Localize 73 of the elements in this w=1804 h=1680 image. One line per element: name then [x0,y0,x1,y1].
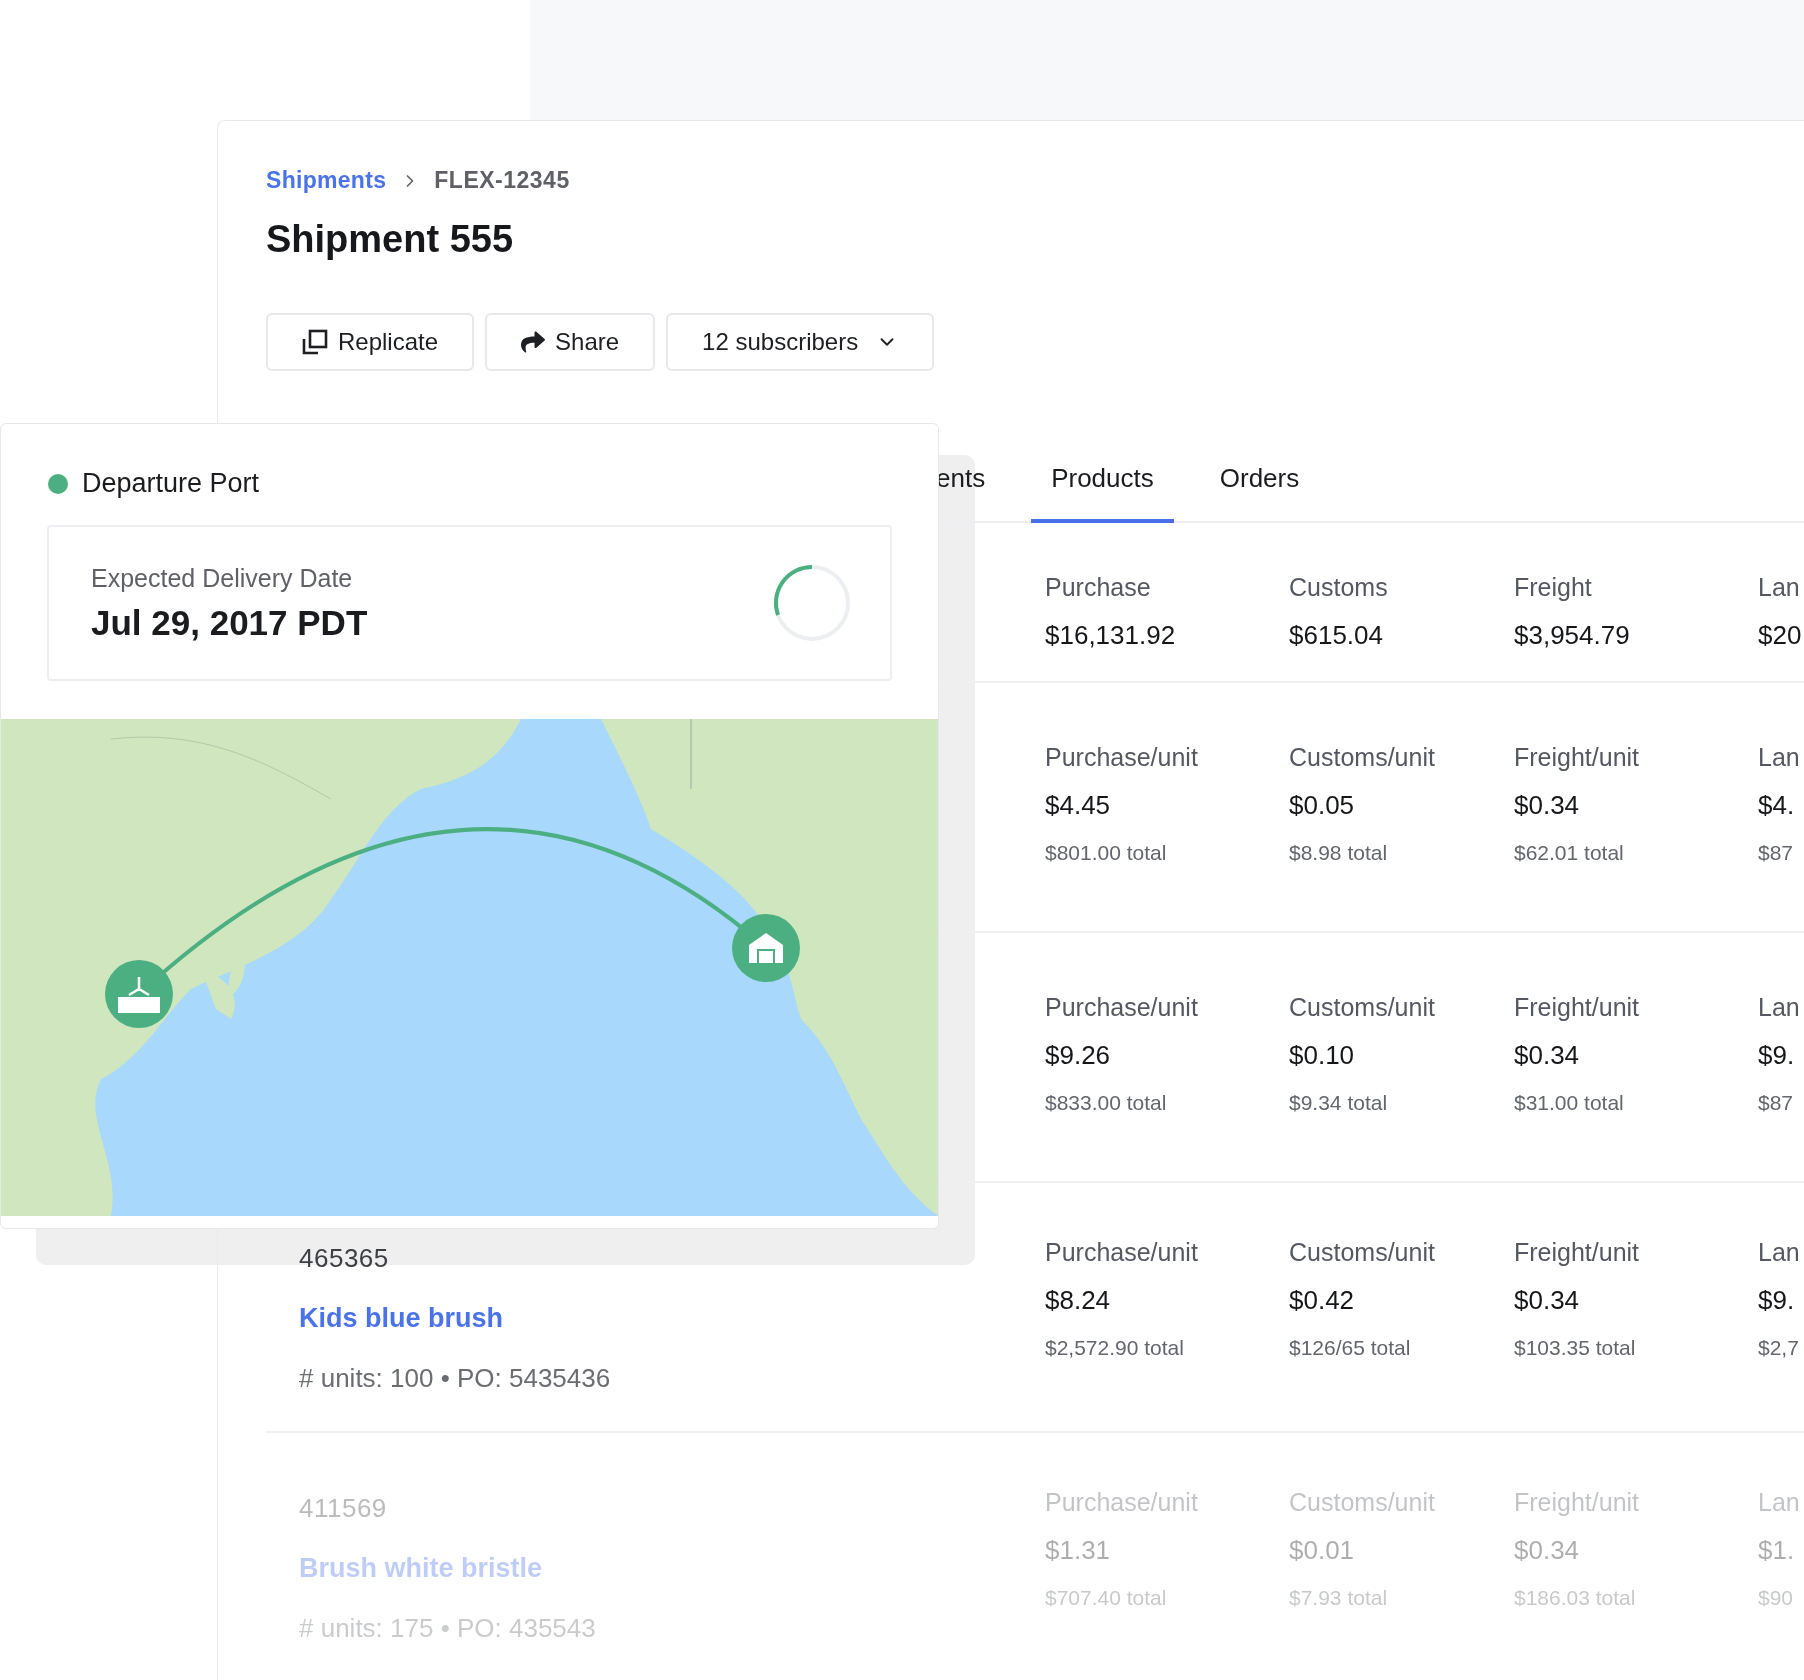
cost-value: $16,131.92 [1045,619,1177,652]
cost-label: Freight [1514,572,1593,603]
port-label: Departure Port [82,468,260,499]
product-id: 411569 [299,1492,388,1525]
product-id: 465365 [299,1242,390,1275]
cost-label: Lan [1758,1487,1801,1518]
cost-label: Purchase [1045,572,1152,603]
cost-total: $87 [1758,840,1795,866]
tab[interactable]: Products [1031,443,1174,523]
cost-value: $4. [1758,789,1796,822]
cost-value: $3,954.79 [1514,619,1631,652]
spinner-icon [772,563,852,643]
action-button[interactable]: Share [485,313,656,371]
crane-marker-icon [105,960,173,1028]
product-meta: # units: 100 • PO: 5435436 [299,1362,612,1395]
cost-total: $31.00 total [1514,1090,1625,1116]
cost-value: $0.34 [1514,1039,1581,1072]
cost-label: Freight/unit [1514,992,1641,1023]
delivery-label: Expected Delivery Date [91,563,354,593]
cost-label: Freight/unit [1514,1487,1641,1518]
cost-label: Purchase/unit [1045,992,1199,1023]
cost-value: $9. [1758,1284,1796,1317]
cost-value: $1. [1758,1534,1796,1567]
cost-value: $0.10 [1289,1039,1356,1072]
cost-label: Customs/unit [1289,742,1436,773]
status-dot [48,473,68,494]
cost-total: $126/65 total [1289,1335,1412,1361]
cost-value: $4.45 [1045,789,1112,822]
cost-label: Purchase/unit [1045,1237,1199,1268]
cost-label: Lan [1758,742,1801,773]
cost-total: $62.01 total [1514,840,1625,866]
cost-value: $0.05 [1289,789,1356,822]
warehouse-marker-icon [732,914,800,982]
cost-value: $20 [1758,619,1803,652]
cost-value: $0.42 [1289,1284,1356,1317]
cost-label: Lan [1758,572,1801,603]
cost-label: Customs/unit [1289,1487,1436,1518]
cost-label: Purchase/unit [1045,742,1199,773]
cost-total: $103.35 total [1514,1335,1637,1361]
cost-value: $615.04 [1289,619,1384,652]
cost-value: $9. [1758,1039,1796,1072]
delivery-date: Jul 29, 2017 PDT [91,602,368,643]
cost-value: $0.34 [1514,1534,1581,1567]
cost-value: $8.24 [1045,1284,1112,1317]
cost-label: Customs/unit [1289,992,1436,1023]
cost-value: $0.01 [1289,1534,1356,1567]
cost-label: Customs/unit [1289,1237,1436,1268]
breadcrumb-link[interactable]: Shipments [266,167,387,194]
cost-label: Freight/unit [1514,742,1641,773]
cost-label: Lan [1758,992,1801,1023]
share-icon [521,330,546,354]
cost-value: $1.31 [1045,1534,1112,1567]
page-title: Shipment 555 [266,218,515,261]
cost-total: $833.00 total [1045,1090,1168,1116]
cost-label: Lan [1758,1237,1801,1268]
breadcrumb-current: FLEX-12345 [434,167,570,194]
cost-label: Freight/unit [1514,1237,1641,1268]
cost-label: Purchase/unit [1045,1487,1199,1518]
subscribers-dropdown[interactable]: 12 subscribers [666,313,935,371]
cost-label: Customs [1289,572,1389,603]
action-button[interactable]: Replicate [266,313,475,371]
replicate-icon [302,329,328,355]
cost-value: $0.34 [1514,1284,1581,1317]
cost-value: $9.26 [1045,1039,1112,1072]
product-name-link[interactable]: Kids blue brush [299,1288,504,1348]
cost-total: $2,572.90 total [1045,1335,1185,1361]
cost-total: $9.34 total [1289,1090,1389,1116]
cost-total: $8.98 total [1289,840,1389,866]
cost-value: $0.34 [1514,789,1581,822]
cost-total: $801.00 total [1045,840,1168,866]
cost-total: $2,7 [1758,1335,1800,1361]
cost-total: $87 [1758,1090,1795,1116]
tab[interactable]: Orders [1219,443,1300,523]
